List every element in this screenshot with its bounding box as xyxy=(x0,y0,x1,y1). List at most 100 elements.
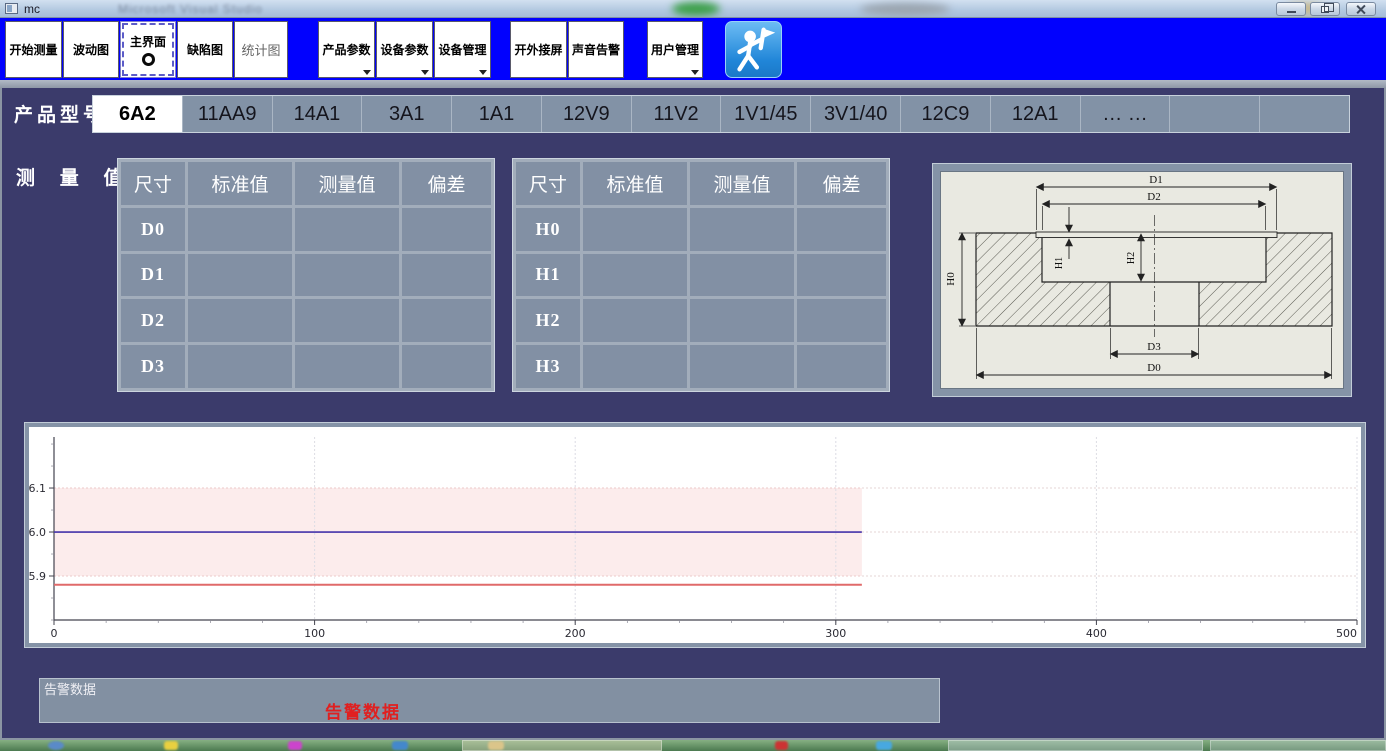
button-label: 缺陷图 xyxy=(187,41,223,58)
product-tab[interactable]: 1A1 xyxy=(452,96,542,132)
dim-label-d0: D0 xyxy=(1147,362,1161,374)
device-params-button[interactable]: 设备参数 xyxy=(376,21,433,78)
row-label: H3 xyxy=(516,345,580,388)
application-window: mc Microsoft Visual Studio 开始测量 波动图 主界面 … xyxy=(0,0,1386,751)
close-button[interactable] xyxy=(1346,2,1376,16)
sound-alarm-button[interactable]: 声音告警 xyxy=(568,21,624,78)
product-tab[interactable]: 1V1/45 xyxy=(721,96,811,132)
chevron-down-icon xyxy=(479,70,487,75)
button-label: 声音告警 xyxy=(572,41,620,58)
product-tab[interactable]: 11V2 xyxy=(632,96,722,132)
table-cell xyxy=(583,299,687,342)
window-title: mc xyxy=(24,2,40,16)
table-cell xyxy=(295,254,399,297)
alarm-message: 告警数据 xyxy=(325,698,401,723)
main-screen-button[interactable]: 主界面 xyxy=(120,21,176,78)
product-tab[interactable]: 11AA9 xyxy=(183,96,273,132)
defect-chart-button[interactable]: 缺陷图 xyxy=(177,21,233,78)
user-manage-button[interactable]: 用户管理 xyxy=(647,21,703,78)
external-screen-button[interactable]: 开外接屏 xyxy=(510,21,567,78)
product-tab[interactable]: 12A1 xyxy=(991,96,1081,132)
background-window-ghost-text: Microsoft Visual Studio xyxy=(118,2,263,16)
table-cell xyxy=(188,208,292,251)
start-orb-icon[interactable] xyxy=(48,741,64,750)
taskbar[interactable] xyxy=(0,740,1386,751)
chevron-down-icon xyxy=(421,70,429,75)
start-measure-button[interactable]: 开始测量 xyxy=(5,21,62,78)
button-label: 统计图 xyxy=(241,40,280,59)
title-bar: mc Microsoft Visual Studio xyxy=(0,0,1386,18)
restore-button[interactable] xyxy=(1310,2,1340,16)
dim-label-h1: H1 xyxy=(1054,257,1065,269)
table-cell xyxy=(583,208,687,251)
svg-text:0: 0 xyxy=(51,627,58,640)
restore-icon xyxy=(1321,6,1329,13)
chevron-down-icon xyxy=(691,70,699,75)
button-label: 用户管理 xyxy=(651,41,699,58)
product-tab[interactable]: 14A1 xyxy=(273,96,363,132)
product-tab[interactable]: 12C9 xyxy=(901,96,991,132)
product-tab[interactable]: 3A1 xyxy=(362,96,452,132)
column-header: 偏差 xyxy=(797,162,886,205)
product-tab[interactable]: 12V9 xyxy=(542,96,632,132)
cross-section-drawing: D1 D2 H0 H1 H2 xyxy=(940,171,1344,389)
product-tab-more[interactable]: … … xyxy=(1081,96,1171,132)
taskbar-window-button[interactable] xyxy=(1210,740,1386,751)
d-measurement-table: 尺寸 标准值 测量值 偏差 D0 D1 D2 D3 xyxy=(117,158,495,392)
background-blob xyxy=(672,2,720,16)
taskbar-icon[interactable] xyxy=(876,741,892,750)
product-tab[interactable]: 3V1/40 xyxy=(811,96,901,132)
alarm-data-group: 告警数据 告警数据 xyxy=(39,678,940,723)
device-manage-button[interactable]: 设备管理 xyxy=(434,21,491,78)
product-model-tabs: 6A2 11AA9 14A1 3A1 1A1 12V9 11V2 1V1/45 … xyxy=(92,95,1350,133)
table-cell xyxy=(797,208,886,251)
table-cell xyxy=(402,345,491,388)
button-label: 设备管理 xyxy=(438,41,486,58)
table-cell xyxy=(402,208,491,251)
table-cell xyxy=(295,345,399,388)
table-cell xyxy=(583,254,687,297)
product-tab-empty[interactable] xyxy=(1260,96,1349,132)
row-label: H1 xyxy=(516,254,580,297)
column-header: 测量值 xyxy=(295,162,399,205)
taskbar-icon[interactable] xyxy=(775,741,788,750)
taskbar-icon[interactable] xyxy=(288,741,302,750)
table-cell xyxy=(188,299,292,342)
statistics-chart-button[interactable]: 统计图 xyxy=(234,21,288,78)
product-tab-empty[interactable] xyxy=(1170,96,1260,132)
taskbar-icon[interactable] xyxy=(164,741,178,750)
column-header: 偏差 xyxy=(402,162,491,205)
person-with-flag-icon xyxy=(726,22,781,77)
minimize-button[interactable] xyxy=(1276,2,1306,16)
svg-text:400: 400 xyxy=(1086,627,1107,640)
svg-text:6.0: 6.0 xyxy=(29,526,46,539)
part-cross-section-diagram: D1 D2 H0 H1 H2 xyxy=(932,163,1352,397)
column-header: 标准值 xyxy=(583,162,687,205)
button-label: 产品参数 xyxy=(322,41,370,58)
column-header: 标准值 xyxy=(188,162,292,205)
h-measurement-table: 尺寸 标准值 测量值 偏差 H0 H1 H2 H3 xyxy=(512,158,890,392)
close-icon xyxy=(1356,4,1366,14)
product-tab[interactable]: 6A2 xyxy=(93,96,183,132)
taskbar-window-button[interactable] xyxy=(948,740,1203,751)
table-cell xyxy=(690,299,794,342)
dim-label-h0: H0 xyxy=(945,272,957,286)
svg-text:300: 300 xyxy=(825,627,846,640)
table-cell xyxy=(295,299,399,342)
button-label: 开始测量 xyxy=(9,41,57,58)
table-cell xyxy=(690,254,794,297)
run-button[interactable] xyxy=(725,21,782,78)
svg-text:5.9: 5.9 xyxy=(29,570,46,583)
taskbar-window-button[interactable] xyxy=(462,740,662,751)
row-label: H0 xyxy=(516,208,580,251)
dim-label-d2: D2 xyxy=(1147,191,1160,203)
alarm-group-label: 告警数据 xyxy=(44,679,96,698)
table-cell xyxy=(797,254,886,297)
table-cell xyxy=(188,345,292,388)
table-cell xyxy=(402,254,491,297)
taskbar-icon[interactable] xyxy=(392,741,408,750)
wave-chart-button[interactable]: 波动图 xyxy=(63,21,119,78)
window-app-icon xyxy=(5,3,18,14)
product-params-button[interactable]: 产品参数 xyxy=(318,21,375,78)
toolbar-divider xyxy=(0,80,1386,88)
